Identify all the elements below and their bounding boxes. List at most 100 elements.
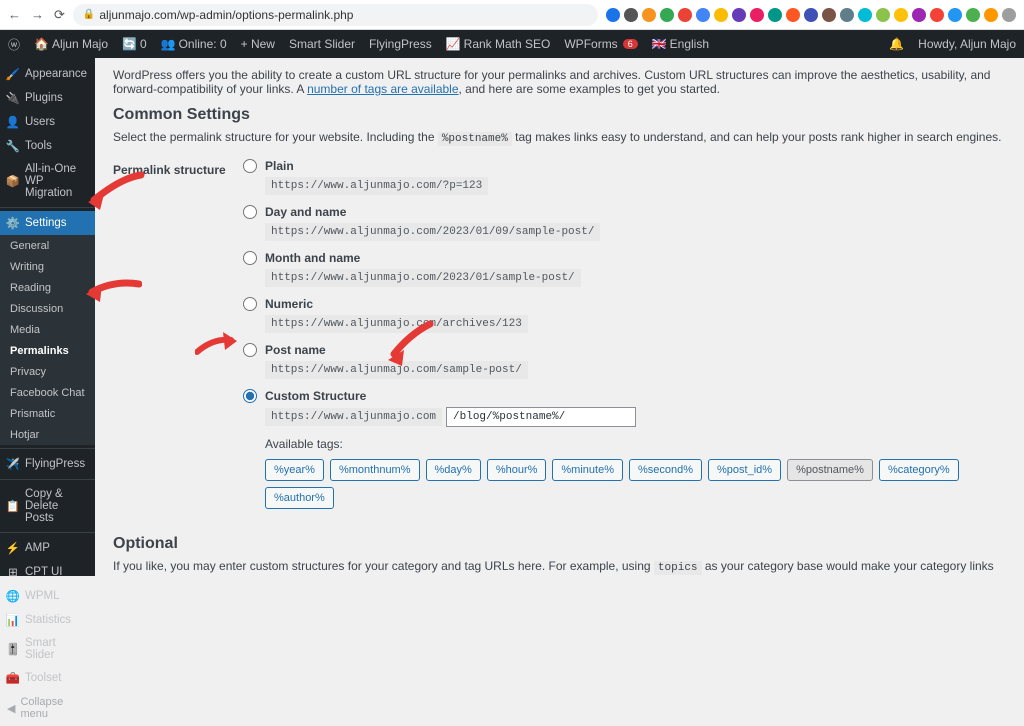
permalink-structure-label: Permalink structure xyxy=(113,159,243,509)
menu-icon: ⊞ xyxy=(7,565,19,579)
wp-logo[interactable]: ⓦ xyxy=(8,36,20,53)
permalink-radio-label: Day and name xyxy=(265,205,346,219)
menu-icon: 👤 xyxy=(7,115,19,129)
sidebar-submenu-item[interactable]: Privacy xyxy=(0,361,95,382)
available-tag-button[interactable]: %day% xyxy=(426,459,481,481)
sidebar-settings[interactable]: ⚙️ Settings xyxy=(0,211,95,235)
extension-icons xyxy=(606,8,1016,22)
gear-icon: ⚙️ xyxy=(7,216,19,230)
permalink-example: https://www.aljunmajo.com/2023/01/09/sam… xyxy=(265,223,600,241)
sidebar-submenu-item[interactable]: Prismatic xyxy=(0,403,95,424)
sidebar-submenu-item[interactable]: Discussion xyxy=(0,298,95,319)
permalink-example: https://www.aljunmajo.com/archives/123 xyxy=(265,315,528,333)
custom-structure-input[interactable] xyxy=(446,407,636,427)
permalink-example: https://www.aljunmajo.com/2023/01/sample… xyxy=(265,269,581,287)
url-text: aljunmajo.com/wp-admin/options-permalink… xyxy=(99,8,353,22)
menu-icon: 🌐 xyxy=(7,589,19,603)
language[interactable]: 🇬🇧 English xyxy=(652,37,709,51)
permalink-example: https://www.aljunmajo.com/?p=123 xyxy=(265,177,488,195)
available-tag-button[interactable]: %author% xyxy=(265,487,334,509)
flyingpress[interactable]: FlyingPress xyxy=(369,37,432,51)
common-settings-desc: Select the permalink structure for your … xyxy=(113,130,1006,145)
available-tag-button[interactable]: %category% xyxy=(879,459,959,481)
menu-icon: 🔧 xyxy=(7,139,19,153)
menu-icon: 🖌️ xyxy=(7,67,19,81)
online[interactable]: 👥 Online: 0 xyxy=(161,37,227,51)
permalink-radio-label: Numeric xyxy=(265,297,313,311)
address-bar[interactable]: 🔒 aljunmajo.com/wp-admin/options-permali… xyxy=(73,4,598,26)
menu-icon: 📦 xyxy=(7,174,19,188)
sidebar-item[interactable]: 🔧Tools xyxy=(0,134,95,158)
lock-icon: 🔒 xyxy=(83,9,95,20)
sidebar-item[interactable]: 🖌️Appearance xyxy=(0,62,95,86)
tags-link[interactable]: number of tags are available xyxy=(307,82,458,96)
available-tag-button[interactable]: %hour% xyxy=(487,459,547,481)
sidebar-item[interactable]: ⚡AMP xyxy=(0,536,95,560)
sidebar-item[interactable]: 🧰Toolset xyxy=(0,666,95,690)
smartslider[interactable]: Smart Slider xyxy=(289,37,355,51)
common-settings-heading: Common Settings xyxy=(113,106,1006,124)
sidebar-submenu-item[interactable]: Facebook Chat xyxy=(0,382,95,403)
menu-icon: 🎚️ xyxy=(7,642,19,656)
permalink-radio-label: Post name xyxy=(265,343,326,357)
site-title[interactable]: 🏠 Aljun Majo xyxy=(34,37,108,51)
permalink-radio-label: Plain xyxy=(265,159,294,173)
collapse-menu[interactable]: ◀ Collapse menu xyxy=(0,690,95,726)
permalink-radio[interactable] xyxy=(243,343,257,357)
sidebar-submenu-item[interactable]: Reading xyxy=(0,277,95,298)
wp-admin-bar: ⓦ 🏠 Aljun Majo 🔄 0 👥 Online: 0 + New Sma… xyxy=(0,30,1024,58)
reload-icon[interactable]: ⟳ xyxy=(54,7,65,23)
sidebar-item[interactable]: 📦All-in-One WP Migration xyxy=(0,158,95,204)
forward-icon[interactable]: → xyxy=(31,7,44,23)
optional-desc: If you like, you may enter custom struct… xyxy=(113,559,1006,576)
menu-icon: 🧰 xyxy=(7,671,19,685)
updates[interactable]: 🔄 0 xyxy=(122,37,147,51)
available-tag-button[interactable]: %monthnum% xyxy=(330,459,420,481)
wpforms[interactable]: WPForms6 xyxy=(564,37,637,51)
sidebar-item[interactable]: 🌐WPML xyxy=(0,584,95,608)
sidebar-item[interactable]: 📋Copy & Delete Posts xyxy=(0,483,95,529)
available-tag-button[interactable]: %postname% xyxy=(787,459,873,481)
permalink-radio[interactable] xyxy=(243,205,257,219)
menu-icon: ✈️ xyxy=(7,457,19,471)
available-tag-button[interactable]: %second% xyxy=(629,459,702,481)
rankmath[interactable]: 📈 Rank Math SEO xyxy=(446,37,551,51)
howdy[interactable]: Howdy, Aljun Majo xyxy=(918,37,1016,51)
custom-structure-radio[interactable] xyxy=(243,389,257,403)
sidebar-item[interactable]: 🎚️Smart Slider xyxy=(0,632,95,666)
permalink-radio[interactable] xyxy=(243,251,257,265)
sidebar-settings-submenu: GeneralWritingReadingDiscussionMediaPerm… xyxy=(0,235,95,445)
optional-heading: Optional xyxy=(113,535,1006,553)
available-tag-button[interactable]: %year% xyxy=(265,459,324,481)
sidebar-submenu-item[interactable]: Media xyxy=(0,319,95,340)
available-tag-button[interactable]: %minute% xyxy=(552,459,623,481)
sidebar-submenu-item[interactable]: Permalinks xyxy=(0,340,95,361)
permalink-radio-label: Month and name xyxy=(265,251,360,265)
available-tag-button[interactable]: %post_id% xyxy=(708,459,781,481)
sidebar-item[interactable]: 📊Statistics xyxy=(0,608,95,632)
browser-chrome: ← → ⟳ 🔒 aljunmajo.com/wp-admin/options-p… xyxy=(0,0,1024,30)
url-base: https://www.aljunmajo.com xyxy=(265,408,442,426)
sidebar-item[interactable]: 👤Users xyxy=(0,110,95,134)
new-content[interactable]: + New xyxy=(241,37,275,51)
notification-icon[interactable]: 🔔 xyxy=(889,37,904,51)
sidebar-item[interactable]: 🔌Plugins xyxy=(0,86,95,110)
menu-icon: 📊 xyxy=(7,613,19,627)
permalink-example: https://www.aljunmajo.com/sample-post/ xyxy=(265,361,528,379)
main-content: WordPress offers you the ability to crea… xyxy=(95,58,1024,576)
menu-icon: 🔌 xyxy=(7,91,19,105)
custom-structure-label: Custom Structure xyxy=(265,389,366,403)
menu-icon: 📋 xyxy=(7,499,19,513)
sidebar-submenu-item[interactable]: Hotjar xyxy=(0,424,95,445)
sidebar-item[interactable]: ⊞CPT UI xyxy=(0,560,95,584)
back-icon[interactable]: ← xyxy=(8,7,21,23)
permalink-radio[interactable] xyxy=(243,159,257,173)
sidebar-submenu-item[interactable]: Writing xyxy=(0,256,95,277)
menu-icon: ⚡ xyxy=(7,541,19,555)
sidebar-settings-label: Settings xyxy=(25,217,67,229)
sidebar-submenu-item[interactable]: General xyxy=(0,235,95,256)
permalink-radio[interactable] xyxy=(243,297,257,311)
wp-sidebar: 🖌️Appearance🔌Plugins👤Users🔧Tools📦All-in-… xyxy=(0,58,95,576)
available-tags-label: Available tags: xyxy=(265,437,1006,451)
sidebar-item[interactable]: ✈️FlyingPress xyxy=(0,452,95,476)
